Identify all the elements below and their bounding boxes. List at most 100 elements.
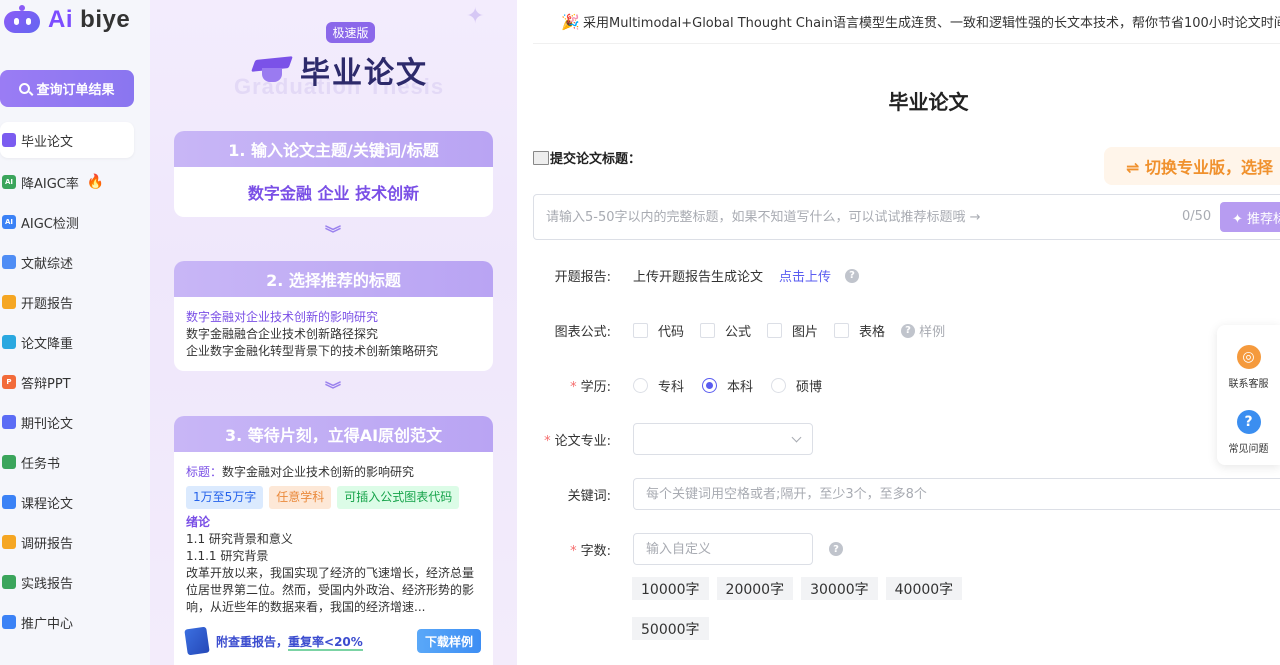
contact-service-button[interactable]: ◎ 联系客服 bbox=[1217, 345, 1280, 390]
title-input[interactable] bbox=[534, 195, 1154, 239]
service-float-panel: ◎ 联系客服 ? 常见问题 bbox=[1217, 325, 1280, 465]
sidebar-item[interactable]: AI 降AIGC率 🔥 bbox=[0, 162, 150, 202]
course-icon bbox=[2, 495, 16, 509]
sidebar-item-label: 课程论文 bbox=[21, 496, 74, 512]
literature-icon bbox=[2, 255, 16, 269]
word-count-chip[interactable]: 30000字 bbox=[801, 577, 878, 600]
step-card-1: 1. 输入论文主题/关键词/标题 数字金融 企业 技术创新 bbox=[174, 131, 493, 217]
sidebar-item[interactable]: 课程论文 bbox=[0, 482, 150, 522]
query-order-button[interactable]: 查询订单结果 bbox=[0, 70, 134, 107]
title-input-box: 0/50 ✦ 推荐标题 bbox=[533, 194, 1280, 240]
document-icon bbox=[533, 150, 549, 165]
sample-heading-1: 1.1 研究背景和意义 bbox=[186, 532, 293, 546]
upload-link[interactable]: 点击上传 bbox=[779, 266, 831, 285]
checkbox-formula[interactable]: 公式 bbox=[700, 321, 751, 340]
radio-bachelor[interactable]: 本科 bbox=[702, 376, 753, 395]
sidebar-item-label: 推广中心 bbox=[21, 616, 74, 632]
sample-intro-heading: 绪论 bbox=[186, 515, 211, 529]
version-badge: 极速版 bbox=[326, 22, 375, 43]
page-title: 毕业论文 bbox=[888, 90, 969, 114]
word-count-chip[interactable]: 10000字 bbox=[632, 577, 709, 600]
major-row: * 论文专业: bbox=[533, 423, 813, 455]
tag-insert-formula: 可插入公式图表代码 bbox=[337, 486, 460, 509]
word-count-chip[interactable]: 50000字 bbox=[632, 617, 709, 640]
sparkle-icon: ✦ bbox=[466, 4, 485, 29]
checkbox-code[interactable]: 代码 bbox=[633, 321, 684, 340]
keywords-row: 关键词: bbox=[533, 478, 1280, 510]
help-icon[interactable]: ? bbox=[845, 268, 860, 283]
proposal-icon bbox=[2, 295, 16, 309]
radio-master-phd[interactable]: 硕博 bbox=[771, 376, 822, 395]
step-1-keywords: 数字金融 企业 技术创新 bbox=[247, 184, 420, 203]
ai-reduce-icon: AI bbox=[2, 175, 16, 189]
chevron-down-icon: ︾ bbox=[325, 224, 342, 243]
sidebar-item[interactable]: 毕业论文 bbox=[0, 122, 134, 158]
proposal-label: 开题报告: bbox=[554, 270, 611, 285]
chevron-down-icon: ︾ bbox=[325, 380, 342, 399]
sidebar-item-label: 任务书 bbox=[21, 456, 61, 472]
query-order-label: 查询订单结果 bbox=[36, 83, 115, 98]
promo-title-text: 毕业论文 bbox=[300, 56, 428, 91]
keywords-input[interactable] bbox=[633, 478, 1280, 510]
step-3-heading: 3. 等待片刻，立得AI原创范文 bbox=[174, 416, 493, 452]
search-icon bbox=[19, 83, 31, 94]
sidebar-item[interactable]: 开题报告 bbox=[0, 282, 150, 322]
sidebar-item[interactable]: AI AIGC检测 bbox=[0, 202, 150, 242]
checkbox-image[interactable]: 图片 bbox=[767, 321, 818, 340]
sidebar-item[interactable]: 推广中心 bbox=[0, 602, 150, 642]
sidebar-item[interactable]: P 答辩PPT bbox=[0, 362, 150, 402]
rewrite-icon bbox=[2, 335, 16, 349]
sidebar-item[interactable]: 论文降重 bbox=[0, 322, 150, 362]
step-2-heading: 2. 选择推荐的标题 bbox=[174, 261, 493, 297]
sample-link[interactable]: ? 样例 bbox=[901, 321, 945, 340]
word-count-chip[interactable]: 20000字 bbox=[716, 577, 794, 600]
sidebar-item-label: AIGC检测 bbox=[21, 216, 79, 232]
party-popper-icon: 🎉 bbox=[561, 12, 580, 31]
announcement-banner: 🎉 采用Multimodal+Global Thought Chain语言模型生… bbox=[533, 0, 1280, 44]
sidebar-item-label: 实践报告 bbox=[21, 576, 74, 592]
radio-junior-college[interactable]: 专科 bbox=[633, 376, 684, 395]
charts-row: 图表公式: 代码 公式 图片 表格 ? 样例 bbox=[533, 321, 945, 340]
sidebar: Ai biye 查询订单结果 毕业论文 AI 降AIGC率 🔥 AI AIGC检测 文献综述… bbox=[0, 0, 150, 665]
word-count-chip[interactable]: 40000字 bbox=[885, 577, 963, 600]
robot-logo-icon bbox=[2, 5, 42, 35]
survey-icon bbox=[2, 535, 16, 549]
sidebar-item-label: 毕业论文 bbox=[21, 134, 74, 150]
checkbox-table[interactable]: 表格 bbox=[834, 321, 885, 340]
recommend-title-button[interactable]: ✦ 推荐标题 bbox=[1220, 202, 1280, 232]
sidebar-item[interactable]: 任务书 bbox=[0, 442, 150, 482]
degree-row: * 学历: 专科 本科 硕博 bbox=[533, 376, 840, 395]
logo[interactable]: Ai biye bbox=[0, 2, 130, 38]
fire-icon: 🔥 bbox=[86, 174, 105, 190]
sidebar-item[interactable]: 实践报告 bbox=[0, 562, 150, 602]
chevron-down-icon bbox=[791, 432, 802, 443]
switch-pro-button[interactable]: ⇌ 切换专业版，选择 bbox=[1104, 147, 1280, 185]
logo-text: Ai biye bbox=[48, 6, 131, 33]
sidebar-item[interactable]: 期刊论文 bbox=[0, 402, 150, 442]
sidebar-item[interactable]: 文献综述 bbox=[0, 242, 150, 282]
sample-title-line: 标题：数字金融对企业技术创新的影响研究 bbox=[186, 464, 481, 481]
task-icon bbox=[2, 455, 16, 469]
sidebar-item-label: 调研报告 bbox=[21, 536, 74, 552]
promo-panel: ✦ 极速版 Graduation Thesis 毕业论文 1. 输入论文主题/关… bbox=[150, 0, 517, 665]
sidebar-item-label: 降AIGC率 bbox=[21, 176, 79, 192]
banner-text: 采用Multimodal+Global Thought Chain语言模型生成连… bbox=[583, 16, 1280, 31]
degree-label: * 学历: bbox=[570, 380, 611, 395]
word-count-input[interactable] bbox=[633, 533, 813, 565]
sidebar-item-label: 开题报告 bbox=[21, 296, 74, 312]
help-icon[interactable]: ? bbox=[829, 542, 843, 556]
faq-button[interactable]: ? 常见问题 bbox=[1217, 410, 1280, 455]
tag-word-range: 1万至5万字 bbox=[186, 486, 264, 509]
graduation-cap-icon bbox=[251, 54, 293, 86]
major-select[interactable] bbox=[633, 423, 813, 455]
major-label: * 论文专业: bbox=[544, 433, 611, 449]
char-counter: 0/50 bbox=[1182, 209, 1212, 224]
ppt-icon: P bbox=[2, 375, 16, 389]
sidebar-nav: 毕业论文 AI 降AIGC率 🔥 AI AIGC检测 文献综述 开题报告 论文降重 P 答辩PPT 期… bbox=[0, 122, 150, 642]
sidebar-item-label: 论文降重 bbox=[21, 336, 74, 352]
sample-heading-2: 1.1.1 研究背景 bbox=[186, 549, 269, 563]
sample-tags: 1万至5万字 任意学科 可插入公式图表代码 bbox=[186, 486, 481, 509]
sidebar-item[interactable]: 调研报告 bbox=[0, 522, 150, 562]
download-sample-button[interactable]: 下载样例 bbox=[416, 629, 481, 653]
keywords-label: 关键词: bbox=[567, 488, 611, 504]
